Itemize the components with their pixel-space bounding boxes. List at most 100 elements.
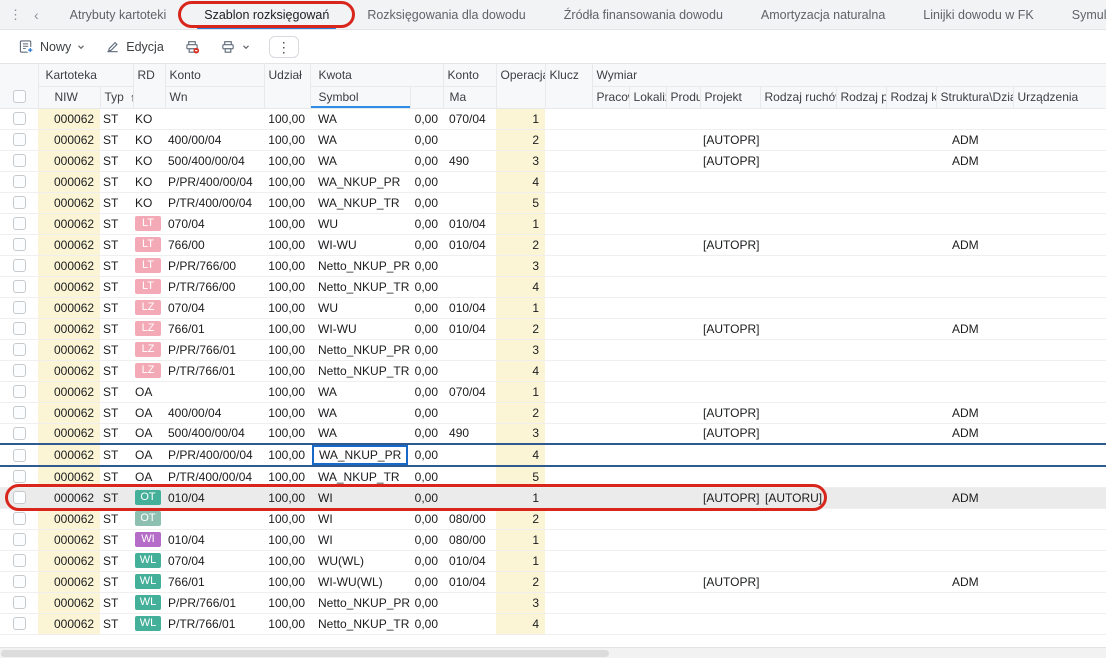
table-row[interactable]: 000062 ST KO 100,00 WA 0,00 070/04 1	[0, 108, 1106, 130]
cell-pracownik[interactable]	[592, 129, 630, 151]
cell-symbol[interactable]: WA	[310, 423, 410, 445]
cell-rodzaj_p[interactable]	[836, 423, 887, 445]
table-row[interactable]: 000062 ST LZ 766/01 100,00 WI-WU 0,00 010/04 2 [A…	[0, 318, 1106, 340]
tab[interactable]: Źródła finansowania dowodu	[547, 0, 740, 29]
cell-wn[interactable]: 400/00/04	[165, 129, 264, 151]
col-header-projekt[interactable]: Projekt	[700, 86, 761, 109]
cell-produkt[interactable]	[666, 466, 701, 488]
cell-rd[interactable]: OA	[133, 402, 165, 424]
cell-projekt[interactable]: [AUTOPR]	[700, 150, 761, 172]
row-checkbox[interactable]	[13, 448, 26, 462]
cell-klucz[interactable]	[545, 192, 593, 214]
cell-rr[interactable]	[760, 592, 837, 614]
cell-rd[interactable]: OT	[133, 508, 165, 530]
cell-projekt[interactable]	[700, 360, 761, 382]
table-row[interactable]: 000062 ST WL P/TR/766/01 100,00 Netto_NKUP_TR…	[0, 613, 1106, 635]
cell-lokalizacja[interactable]	[629, 423, 667, 445]
cell-rd[interactable]: OA	[133, 381, 165, 403]
cell-symbol[interactable]: WI-WU	[310, 234, 410, 256]
cell-niw[interactable]: 000062	[38, 108, 100, 130]
cell-ma[interactable]: 010/04	[443, 571, 497, 593]
cell-lokalizacja[interactable]	[629, 234, 667, 256]
cell-str[interactable]: ADM	[936, 571, 1014, 593]
cell-klucz[interactable]	[545, 276, 593, 298]
cell-niw[interactable]: 000062	[38, 508, 100, 530]
cell-pracownik[interactable]	[592, 360, 630, 382]
cell-urzadzenia[interactable]	[1013, 297, 1106, 319]
row-checkbox[interactable]	[13, 238, 26, 251]
cell-rodzaj_kc[interactable]	[886, 571, 937, 593]
cell-projekt[interactable]	[700, 592, 761, 614]
cell-typ[interactable]: ST	[100, 402, 133, 424]
cell-kwota[interactable]: 0,00	[410, 234, 444, 256]
cell-urzadzenia[interactable]	[1013, 402, 1106, 424]
cell-lokalizacja[interactable]	[629, 171, 667, 193]
cell-rd[interactable]: OA	[133, 466, 165, 488]
cell-urzadzenia[interactable]	[1013, 171, 1106, 193]
cell-urzadzenia[interactable]	[1013, 466, 1106, 488]
col-group-konto-wn[interactable]: Konto	[165, 64, 265, 87]
cell-rodzaj_kc[interactable]	[886, 550, 937, 572]
table-row[interactable]: 000062 ST LT P/PR/766/00 100,00 Netto_NKUP_PR…	[0, 255, 1106, 277]
cell-ma[interactable]: 080/00	[443, 508, 497, 530]
cell-lokalizacja[interactable]	[629, 592, 667, 614]
cell-rr[interactable]	[760, 234, 837, 256]
row-checkbox[interactable]	[13, 533, 26, 546]
cell-wn[interactable]	[165, 508, 264, 530]
cell-niw[interactable]: 000062	[38, 360, 100, 382]
cell-klucz[interactable]	[545, 234, 593, 256]
cell-pracownik[interactable]	[592, 487, 630, 509]
cell-klucz[interactable]	[545, 360, 593, 382]
cell-projekt[interactable]	[700, 613, 761, 635]
cell-lokalizacja[interactable]	[629, 613, 667, 635]
cell-rodzaj_p[interactable]	[836, 255, 887, 277]
table-row[interactable]: 000062 ST OT 100,00 WI 0,00 080/00 2	[0, 508, 1106, 530]
cell-rd[interactable]: LT	[133, 276, 165, 298]
cell-kwota[interactable]: 0,00	[410, 360, 444, 382]
cell-produkt[interactable]	[666, 443, 701, 467]
cell-rodzaj_kc[interactable]	[886, 234, 937, 256]
cell-lokalizacja[interactable]	[629, 276, 667, 298]
cell-wn[interactable]: 400/00/04	[165, 402, 264, 424]
cell-pracownik[interactable]	[592, 550, 630, 572]
cell-pracownik[interactable]	[592, 571, 630, 593]
cell-urzadzenia[interactable]	[1013, 129, 1106, 151]
cell-ma[interactable]	[443, 466, 497, 488]
cell-produkt[interactable]	[666, 508, 701, 530]
cell-typ[interactable]: ST	[100, 276, 133, 298]
cell-rd[interactable]: KO	[133, 150, 165, 172]
cell-produkt[interactable]	[666, 150, 701, 172]
cell-produkt[interactable]	[666, 276, 701, 298]
cell-udzial[interactable]: 100,00	[264, 192, 310, 214]
cell-str[interactable]	[936, 613, 1014, 635]
col-header-rodzaj-ruchow[interactable]: Rodzaj ruchów	[760, 86, 837, 109]
cell-op[interactable]: 1	[496, 487, 546, 509]
row-checkbox[interactable]	[13, 512, 26, 525]
cell-pracownik[interactable]	[592, 192, 630, 214]
cell-wn[interactable]: P/TR/766/00	[165, 276, 264, 298]
cell-rr[interactable]	[760, 529, 837, 551]
cell-produkt[interactable]	[666, 571, 701, 593]
cell-typ[interactable]: ST	[100, 255, 133, 277]
row-checkbox[interactable]	[13, 175, 26, 188]
cell-lokalizacja[interactable]	[629, 213, 667, 235]
table-row[interactable]: 000062 ST WL 070/04 100,00 WU(WL) 0,00 010/04 1	[0, 550, 1106, 572]
table-row[interactable]: 000062 ST WL P/PR/766/01 100,00 Netto_NKUP_PR…	[0, 592, 1106, 614]
cell-niw[interactable]: 000062	[38, 192, 100, 214]
cell-str[interactable]	[936, 171, 1014, 193]
cell-lokalizacja[interactable]	[629, 129, 667, 151]
col-header-niw[interactable]: NIW	[38, 86, 101, 109]
cell-rodzaj_kc[interactable]	[886, 443, 937, 467]
cell-lokalizacja[interactable]	[629, 529, 667, 551]
cell-pracownik[interactable]	[592, 234, 630, 256]
focused-cell[interactable]: WA_NKUP_PR	[312, 446, 409, 464]
cell-symbol[interactable]: Netto_NKUP_PR	[310, 592, 410, 614]
cell-rr[interactable]	[760, 129, 837, 151]
cell-symbol[interactable]: WU	[310, 297, 410, 319]
cell-kwota[interactable]: 0,00	[410, 443, 444, 467]
cell-klucz[interactable]	[545, 571, 593, 593]
cell-str[interactable]: ADM	[936, 487, 1014, 509]
cell-kwota[interactable]: 0,00	[410, 171, 444, 193]
cell-ma[interactable]	[443, 129, 497, 151]
cell-symbol[interactable]: Netto_NKUP_TR	[310, 360, 410, 382]
